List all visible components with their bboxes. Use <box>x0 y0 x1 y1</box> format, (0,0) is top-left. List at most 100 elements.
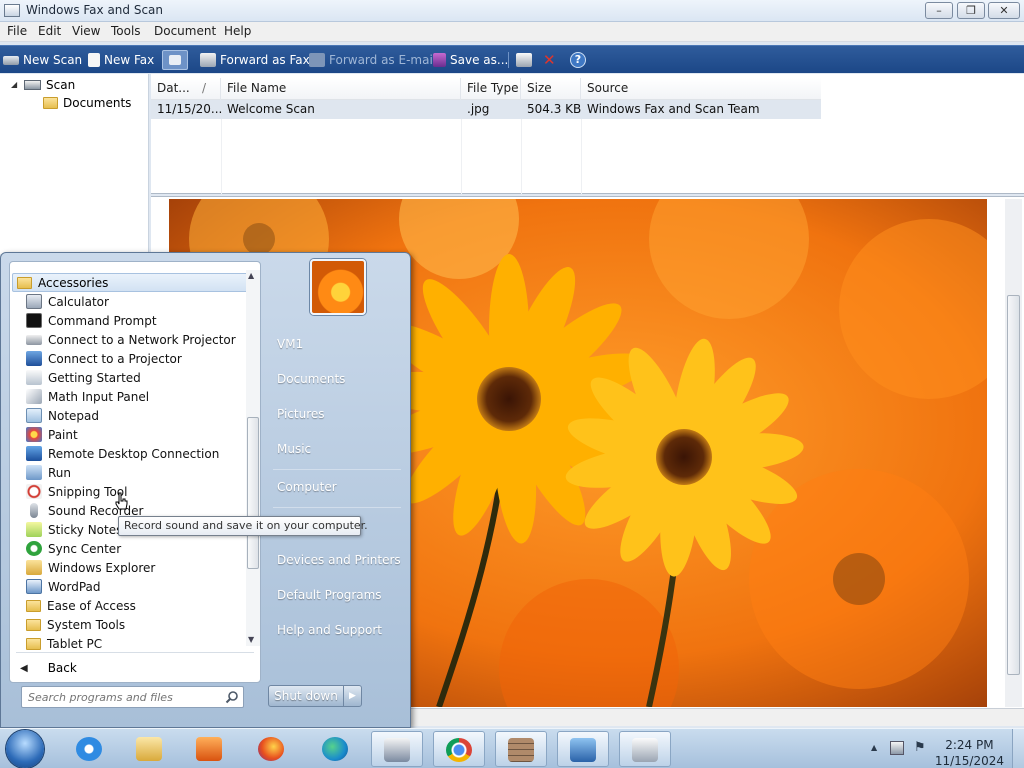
taskbar-firewall[interactable] <box>495 731 547 767</box>
link-documents[interactable]: Documents <box>277 372 345 386</box>
microphone-icon <box>30 503 38 518</box>
close-window-button[interactable]: ✕ <box>988 2 1020 19</box>
forward-as-fax-button[interactable]: Forward as Fax <box>200 50 310 70</box>
start-search-box[interactable] <box>21 686 244 708</box>
remote-desktop-icon <box>26 446 42 461</box>
chevron-right-icon: ▶ <box>349 691 356 701</box>
printer-icon <box>632 738 658 762</box>
taskbar-internet-explorer[interactable] <box>64 731 116 767</box>
help-icon: ? <box>570 52 586 68</box>
link-default-programs[interactable]: Default Programs <box>277 588 382 602</box>
taskbar-chrome[interactable] <box>433 731 485 767</box>
program-command-prompt[interactable]: Command Prompt <box>26 311 157 330</box>
taskbar-windows-explorer[interactable] <box>124 731 176 767</box>
link-music[interactable]: Music <box>277 442 311 456</box>
minimize-button[interactable]: – <box>925 2 953 19</box>
folder-system-tools[interactable]: System Tools <box>26 615 125 634</box>
menu-edit[interactable]: Edit <box>38 24 61 38</box>
save-as-button[interactable]: Save as... <box>433 50 508 70</box>
print-button[interactable] <box>516 50 532 70</box>
program-windows-explorer[interactable]: Windows Explorer <box>26 558 155 577</box>
folder-icon <box>26 618 41 631</box>
scanner-icon <box>24 80 41 90</box>
program-connect-projector[interactable]: Connect to a Projector <box>26 349 182 368</box>
title-bar: Windows Fax and Scan – ❐ ✕ <box>0 0 1024 22</box>
tooltip: Record sound and save it on your compute… <box>118 516 368 536</box>
program-snipping-tool[interactable]: Snipping Tool <box>26 482 127 501</box>
menu-help[interactable]: Help <box>224 24 251 38</box>
column-header-file-type[interactable]: File Type <box>461 78 521 100</box>
tree-item-scan[interactable]: Scan <box>24 76 75 94</box>
link-computer[interactable]: Computer <box>277 480 337 494</box>
cell-file-name: Welcome Scan <box>227 102 315 116</box>
preview-scrollbar-thumb[interactable] <box>1007 295 1020 675</box>
forward-as-email-button[interactable]: Forward as E-mail <box>309 50 436 70</box>
program-sticky-notes[interactable]: Sticky Notes <box>26 520 122 539</box>
program-paint[interactable]: Paint <box>26 425 78 444</box>
user-picture[interactable] <box>310 259 366 315</box>
network-projector-icon <box>26 334 42 345</box>
column-header-size[interactable]: Size <box>521 78 581 100</box>
view-toggle-button[interactable] <box>162 50 188 70</box>
taskbar-media-player[interactable] <box>184 731 236 767</box>
link-help-and-support[interactable]: Help and Support <box>277 623 382 637</box>
folder-tablet-pc[interactable]: Tablet PC <box>26 634 102 653</box>
folder-accessories[interactable]: Accessories <box>12 273 250 292</box>
restore-button[interactable]: ❐ <box>957 2 985 19</box>
back-button[interactable]: ◀ Back <box>20 658 77 678</box>
clock[interactable]: 2:24 PM 11/15/2024 <box>935 737 1004 768</box>
taskbar-edge[interactable] <box>310 731 362 767</box>
scroll-up-icon[interactable]: ▲ <box>248 271 254 280</box>
tree-expand-icon[interactable]: ◢ <box>11 80 17 89</box>
show-hidden-icons-icon[interactable]: ▲ <box>871 743 877 752</box>
program-wordpad[interactable]: WordPad <box>26 577 101 596</box>
column-header-source[interactable]: Source <box>581 78 821 100</box>
cell-file-type: .jpg <box>467 102 490 116</box>
shutdown-options-button[interactable]: ▶ <box>343 685 362 707</box>
program-math-input-panel[interactable]: Math Input Panel <box>26 387 149 406</box>
clock-time: 2:24 PM <box>945 738 994 752</box>
help-button[interactable]: ? <box>570 50 586 70</box>
action-center-flag-icon[interactable]: ⚑ <box>914 740 926 755</box>
program-sync-center[interactable]: Sync Center <box>26 539 121 558</box>
program-getting-started[interactable]: Getting Started <box>26 368 141 387</box>
new-fax-button[interactable]: New Fax <box>88 50 154 70</box>
taskbar-fax-and-scan[interactable] <box>371 731 423 767</box>
link-user-folder[interactable]: VM1 <box>277 337 303 351</box>
program-remote-desktop[interactable]: Remote Desktop Connection <box>26 444 219 463</box>
programs-scrollbar[interactable]: ▲ ▼ <box>246 270 260 646</box>
programs-scrollbar-thumb[interactable] <box>247 417 259 569</box>
column-header-file-name[interactable]: File Name <box>221 78 461 100</box>
folder-icon <box>26 637 41 650</box>
link-devices-and-printers[interactable]: Devices and Printers <box>277 553 401 567</box>
menu-view[interactable]: View <box>72 24 100 38</box>
taskbar-remote-desktop[interactable] <box>557 731 609 767</box>
preview-scrollbar[interactable] <box>1005 199 1022 707</box>
internet-explorer-icon <box>76 737 102 761</box>
menu-tools[interactable]: Tools <box>111 24 141 38</box>
taskbar-firefox[interactable] <box>246 731 298 767</box>
menu-file[interactable]: File <box>7 24 27 38</box>
folder-ease-of-access[interactable]: Ease of Access <box>26 596 136 615</box>
scroll-down-icon[interactable]: ▼ <box>248 635 254 644</box>
show-desktop-button[interactable] <box>1012 729 1024 768</box>
cell-source: Windows Fax and Scan Team <box>587 102 760 116</box>
program-run[interactable]: Run <box>26 463 71 482</box>
menu-document[interactable]: Document <box>154 24 216 38</box>
printer-icon <box>516 53 532 67</box>
program-notepad[interactable]: Notepad <box>26 406 99 425</box>
programs-list: Accessories Calculator Command Prompt Co… <box>9 261 261 683</box>
tree-item-documents[interactable]: Documents <box>43 94 131 112</box>
start-search-input[interactable] <box>28 689 218 705</box>
new-scan-button[interactable]: New Scan <box>3 50 82 70</box>
view-list-icon <box>169 55 181 65</box>
delete-button[interactable]: ✕ <box>543 50 556 70</box>
program-connect-network-projector[interactable]: Connect to a Network Projector <box>26 330 236 349</box>
start-button[interactable] <box>6 730 44 768</box>
shutdown-button[interactable]: Shut down <box>268 685 344 707</box>
program-calculator[interactable]: Calculator <box>26 292 109 311</box>
column-header-date[interactable]: Dat... / <box>151 78 221 100</box>
link-pictures[interactable]: Pictures <box>277 407 325 421</box>
taskbar-printer[interactable] <box>619 731 671 767</box>
network-icon[interactable] <box>890 741 904 755</box>
